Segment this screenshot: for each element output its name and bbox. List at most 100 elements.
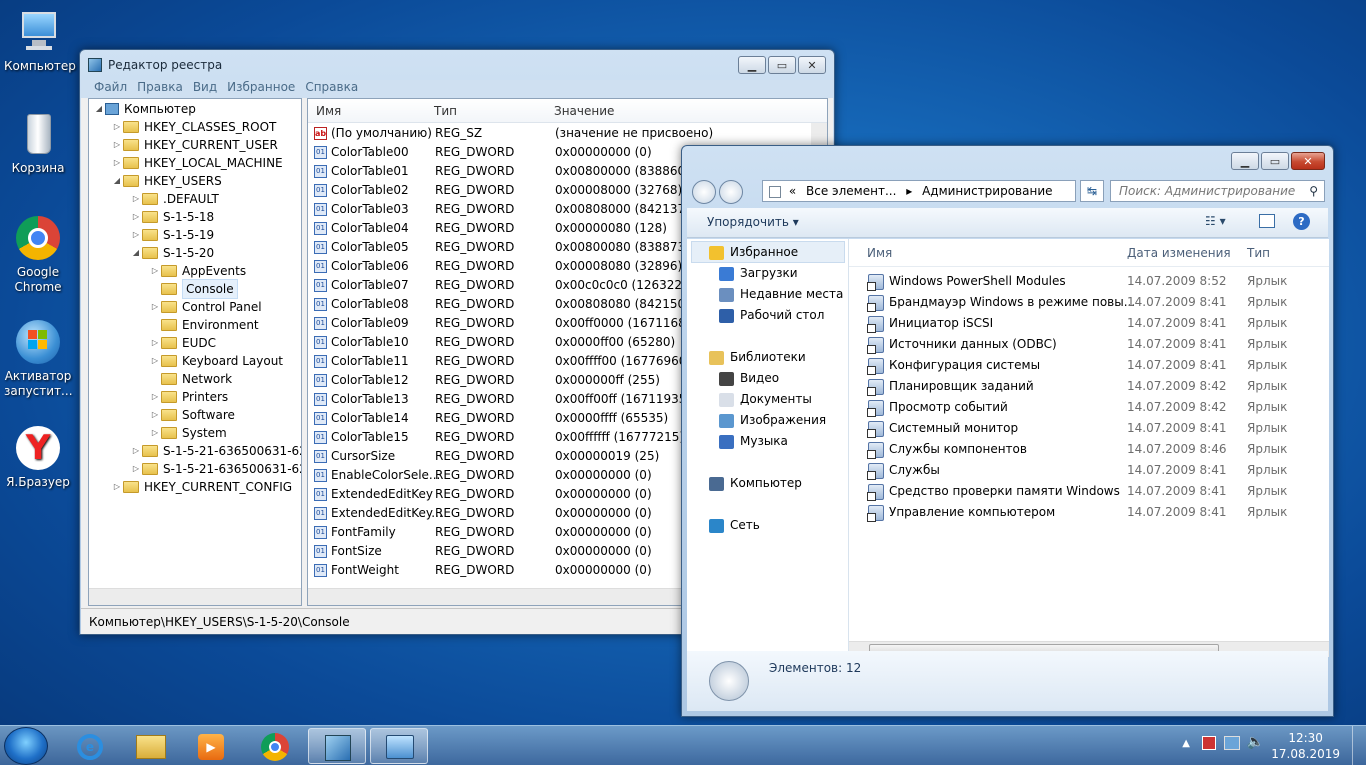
nav-favorites[interactable]: Избранное [709, 242, 798, 262]
action-center-icon[interactable] [1202, 736, 1216, 750]
expand-arrow-icon[interactable]: ◢ [111, 172, 123, 190]
file-row[interactable]: Средство проверки памяти Windows 14.07.20… [849, 481, 1329, 502]
expand-arrow-icon[interactable]: ▷ [111, 478, 123, 496]
close-button[interactable]: ✕ [1291, 152, 1325, 170]
column-header-type[interactable]: Тип [1247, 246, 1270, 260]
organize-button[interactable]: Упорядочить ▾ [707, 215, 799, 229]
nav-recent-places[interactable]: Недавние места [719, 284, 843, 304]
column-header-date[interactable]: Дата изменения [1127, 246, 1231, 260]
tree-item-keyboard-layout[interactable]: ▷ Keyboard Layout [149, 352, 283, 370]
desktop-icon-recycle-bin[interactable]: Корзина [4, 110, 72, 176]
tree-item-hkcr[interactable]: ▷ HKEY_CLASSES_ROOT [111, 118, 276, 136]
tree-item-appevents[interactable]: ▷ AppEvents [149, 262, 246, 280]
menu-help[interactable]: Справка [305, 80, 358, 98]
nav-network[interactable]: Сеть [709, 515, 760, 535]
nav-documents[interactable]: Документы [719, 389, 812, 409]
tree-item-hkcu[interactable]: ▷ HKEY_CURRENT_USER [111, 136, 278, 154]
menu-favorites[interactable]: Избранное [227, 80, 295, 98]
expand-arrow-icon[interactable]: ◢ [93, 100, 105, 118]
address-crumb-all-items[interactable]: Все элемент... [806, 184, 896, 198]
file-row[interactable]: Службы компонентов 14.07.2009 8:46 Ярлык [849, 439, 1329, 460]
explorer-window[interactable]: ▁ ▭ ✕ « Все элемент... ▸ Администрирован… [681, 145, 1334, 717]
taskbar-explorer[interactable] [122, 728, 180, 764]
expand-arrow-icon[interactable]: ▷ [149, 334, 161, 352]
nav-libraries[interactable]: Библиотеки [709, 347, 806, 367]
expand-arrow-icon[interactable]: ▷ [130, 190, 142, 208]
tree-item-s-1-5-20[interactable]: ◢ S-1-5-20 [130, 244, 214, 262]
taskbar-media-player[interactable]: ▶ [182, 728, 240, 764]
start-button[interactable] [4, 727, 48, 765]
registry-value-row[interactable]: ab (По умолчанию) REG_SZ (значение не присв… [308, 124, 811, 143]
desktop-icon-yandex[interactable]: Y Я.Бразуер [4, 424, 72, 490]
file-list[interactable]: Имя Дата изменения Тип Windows PowerShel… [849, 239, 1329, 657]
taskbar-chrome[interactable] [246, 728, 304, 764]
address-crumb-admin-tools[interactable]: Администрирование [922, 184, 1052, 198]
preview-pane-button[interactable] [1259, 214, 1275, 228]
file-row[interactable]: Системный монитор 14.07.2009 8:41 Ярлык [849, 418, 1329, 439]
desktop-icon-activator[interactable]: Активатор запустит... [4, 318, 73, 399]
expand-arrow-icon[interactable]: ▷ [149, 262, 161, 280]
column-header-value[interactable]: Значение [554, 104, 614, 118]
tree-item-hkcc[interactable]: ▷ HKEY_CURRENT_CONFIG [111, 478, 292, 496]
address-overflow[interactable]: « [789, 184, 796, 198]
title-bar[interactable]: Редактор реестра [80, 50, 834, 80]
refresh-button[interactable]: ↹ [1080, 180, 1104, 202]
tree-item-hklm[interactable]: ▷ HKEY_LOCAL_MACHINE [111, 154, 283, 172]
tree-item-hku[interactable]: ◢ HKEY_USERS [111, 172, 222, 190]
back-button[interactable] [692, 180, 716, 204]
nav-computer[interactable]: Компьютер [709, 473, 802, 493]
tree-item-s-1-5-19[interactable]: ▷ S-1-5-19 [130, 226, 214, 244]
file-row[interactable]: Планировщик заданий 14.07.2009 8:42 Ярлык [849, 376, 1329, 397]
expand-arrow-icon[interactable]: ▷ [130, 460, 142, 478]
menu-edit[interactable]: Правка [137, 80, 183, 98]
file-row[interactable]: Источники данных (ODBC) 14.07.2009 8:41 Яр… [849, 334, 1329, 355]
clock[interactable]: 12:30 17.08.2019 [1271, 730, 1340, 762]
column-header-type[interactable]: Тип [434, 104, 457, 118]
file-row[interactable]: Windows PowerShell Modules 14.07.2009 8:5… [849, 271, 1329, 292]
minimize-button[interactable]: ▁ [1231, 152, 1259, 170]
tree-item-eudc[interactable]: ▷ EUDC [149, 334, 216, 352]
file-row[interactable]: Службы 14.07.2009 8:41 Ярлык [849, 460, 1329, 481]
tree-item-s-1-5-18[interactable]: ▷ S-1-5-18 [130, 208, 214, 226]
registry-tree[interactable]: ◢ Компьютер ▷ HKEY_CLASSES_ROOT ▷ HKEY_CURR… [88, 98, 302, 606]
nav-video[interactable]: Видео [719, 368, 779, 388]
expand-arrow-icon[interactable]: ▷ [130, 226, 142, 244]
expand-arrow-icon[interactable]: ▷ [149, 388, 161, 406]
help-button[interactable]: ? [1293, 213, 1310, 230]
expand-arrow-icon[interactable]: ▷ [149, 424, 161, 442]
expand-arrow-icon[interactable]: ▷ [149, 352, 161, 370]
expand-arrow-icon[interactable]: ▷ [111, 136, 123, 154]
expand-arrow-icon[interactable]: ▷ [149, 298, 161, 316]
nav-music[interactable]: Музыка [719, 431, 788, 451]
desktop-icon-chrome[interactable]: Google Chrome [4, 214, 72, 295]
search-input[interactable]: Поиск: Администрирование ⚲ [1110, 180, 1325, 202]
expand-arrow-icon[interactable]: ▷ [149, 406, 161, 424]
desktop-icon-computer[interactable]: Компьютер [4, 8, 76, 74]
navigation-pane[interactable]: Избранное Загрузки Недавние места Рабочи… [687, 239, 849, 657]
forward-button[interactable] [719, 180, 743, 204]
tree-item-control-panel[interactable]: ▷ Control Panel [149, 298, 262, 316]
tree-item-s-1-5-21-b[interactable]: ▷ S-1-5-21-636500631-6280 [130, 460, 301, 478]
menu-file[interactable]: Файл [94, 80, 127, 98]
tree-item-software[interactable]: ▷ Software [149, 406, 235, 424]
close-button[interactable]: ✕ [798, 56, 826, 74]
file-row[interactable]: Конфигурация системы 14.07.2009 8:41 Ярлык [849, 355, 1329, 376]
tree-item-default[interactable]: ▷ .DEFAULT [130, 190, 219, 208]
expand-arrow-icon[interactable]: ▷ [130, 208, 142, 226]
tree-horizontal-scrollbar[interactable] [89, 588, 301, 605]
nav-downloads[interactable]: Загрузки [719, 263, 798, 283]
file-row[interactable]: Управление компьютером 14.07.2009 8:41 Ярл… [849, 502, 1329, 523]
volume-icon[interactable]: 🔈 [1247, 734, 1264, 750]
expand-arrow-icon[interactable]: ▷ [111, 154, 123, 172]
network-icon[interactable] [1224, 736, 1240, 750]
expand-arrow-icon[interactable]: ▷ [111, 118, 123, 136]
file-row[interactable]: Брандмауэр Windows в режиме повы... 14.07… [849, 292, 1329, 313]
taskbar-control-panel[interactable] [370, 728, 428, 764]
tree-item-environment[interactable]: Environment [149, 316, 259, 334]
menu-view[interactable]: Вид [193, 80, 217, 98]
address-separator[interactable]: ▸ [906, 184, 912, 198]
nav-pictures[interactable]: Изображения [719, 410, 826, 430]
column-header-name[interactable]: Имя [316, 104, 341, 118]
tree-item-printers[interactable]: ▷ Printers [149, 388, 228, 406]
tree-item-computer[interactable]: ◢ Компьютер [93, 100, 196, 118]
